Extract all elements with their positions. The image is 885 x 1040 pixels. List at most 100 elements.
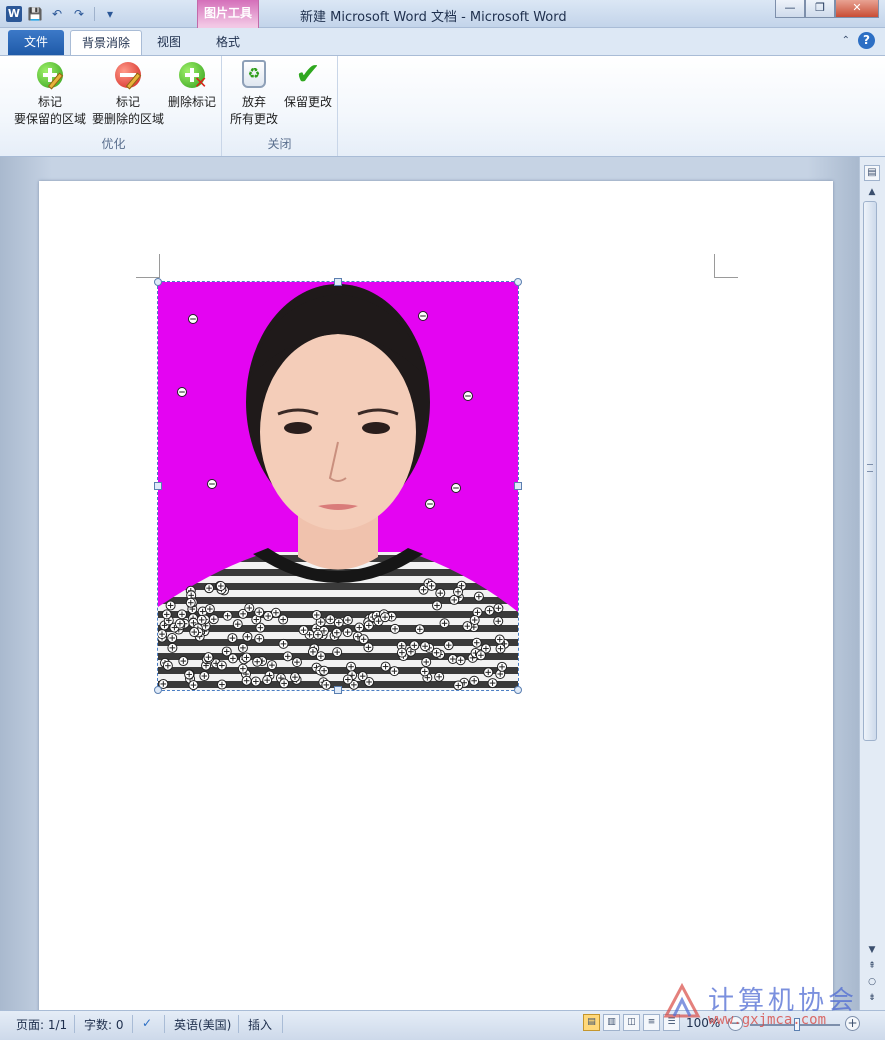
resize-handle-top-left[interactable] [154, 278, 162, 286]
keep-mark-icon[interactable] [216, 679, 227, 690]
keep-mark-icon[interactable] [266, 660, 277, 671]
keep-mark-icon[interactable] [232, 619, 243, 630]
keep-mark-icon[interactable] [419, 666, 430, 677]
keep-mark-icon[interactable] [363, 620, 374, 631]
keep-mark-icon[interactable] [409, 640, 420, 651]
keep-mark-icon[interactable] [380, 612, 391, 623]
keep-mark-icon[interactable] [432, 600, 443, 611]
keep-mark-icon[interactable] [358, 634, 369, 645]
keep-mark-icon[interactable] [279, 678, 290, 689]
keep-mark-icon[interactable] [244, 603, 255, 614]
keep-mark-icon[interactable] [449, 594, 460, 605]
minimize-ribbon-icon[interactable]: ⌃ [842, 35, 850, 46]
keep-mark-icon[interactable] [471, 637, 482, 648]
keep-mark-icon[interactable] [494, 634, 505, 645]
keep-mark-icon[interactable] [255, 622, 266, 633]
keep-mark-icon[interactable] [215, 581, 226, 592]
keep-mark-icon[interactable] [439, 618, 450, 629]
customize-qat-icon[interactable]: ▾ [101, 6, 119, 22]
resize-handle-top-right[interactable] [514, 278, 522, 286]
keep-mark-icon[interactable] [319, 665, 330, 676]
keep-mark-icon[interactable] [342, 627, 353, 638]
discard-all-changes-button[interactable]: ♻ 放弃 所有更改 [226, 60, 282, 128]
resize-handle-right[interactable] [514, 482, 522, 490]
keep-mark-icon[interactable] [333, 617, 344, 628]
keep-mark-icon[interactable] [252, 656, 263, 667]
keep-mark-icon[interactable] [426, 580, 437, 591]
keep-mark-icon[interactable] [289, 672, 300, 683]
keep-mark-icon[interactable] [222, 610, 233, 621]
keep-mark-icon[interactable] [354, 622, 365, 633]
save-icon[interactable]: 💾 [26, 6, 44, 22]
keep-mark-icon[interactable] [363, 642, 374, 653]
keep-mark-icon[interactable] [185, 597, 196, 608]
resize-handle-top[interactable] [334, 278, 342, 286]
keep-mark-icon[interactable] [453, 586, 464, 597]
keep-mark-icon[interactable] [414, 624, 425, 635]
keep-mark-icon[interactable] [342, 615, 353, 626]
word-count[interactable]: 字数: 0 [84, 1016, 124, 1033]
keep-mark-icon[interactable] [420, 641, 431, 652]
full-screen-reading-icon[interactable]: ▥ [603, 1014, 620, 1031]
keep-mark-icon[interactable] [443, 640, 454, 651]
remove-mark-icon[interactable] [463, 391, 473, 401]
scroll-up-icon[interactable]: ▲ [864, 185, 880, 199]
keep-mark-icon[interactable] [196, 614, 207, 625]
keep-mark-icon[interactable] [263, 611, 274, 622]
keep-mark-icon[interactable] [497, 661, 508, 672]
remove-mark-icon[interactable] [425, 499, 435, 509]
language-indicator[interactable]: 英语(美国) [174, 1016, 231, 1033]
keep-mark-icon[interactable] [216, 660, 227, 671]
minimize-button[interactable]: — [775, 0, 805, 18]
scroll-down-icon[interactable]: ▼ [864, 943, 880, 957]
keep-mark-icon[interactable] [167, 642, 178, 653]
keep-mark-icon[interactable] [189, 627, 200, 638]
keep-mark-icon[interactable] [161, 609, 172, 620]
tab-file[interactable]: 文件 [8, 30, 64, 55]
outline-icon[interactable]: ≡ [643, 1014, 660, 1031]
keep-mark-icon[interactable] [493, 603, 504, 614]
keep-mark-icon[interactable] [331, 627, 342, 638]
view-ruler-icon[interactable]: ▤ [864, 165, 880, 181]
keep-mark-icon[interactable] [321, 679, 332, 690]
keep-mark-icon[interactable] [473, 591, 484, 602]
delete-mark-button[interactable]: ✕ 删除标记 [164, 60, 220, 111]
keep-mark-icon[interactable] [357, 671, 368, 682]
word-app-icon[interactable]: W [6, 6, 22, 22]
keep-mark-icon[interactable] [469, 615, 480, 626]
document-page[interactable] [39, 181, 833, 1021]
keep-mark-icon[interactable] [278, 614, 289, 625]
keep-mark-icon[interactable] [199, 671, 210, 682]
keep-changes-button[interactable]: ✔ 保留更改 [282, 60, 334, 111]
keep-mark-icon[interactable] [435, 588, 446, 599]
keep-mark-icon[interactable] [484, 605, 495, 616]
keep-mark-icon[interactable] [307, 646, 318, 657]
keep-mark-icon[interactable] [241, 675, 252, 686]
remove-mark-icon[interactable] [207, 479, 217, 489]
keep-mark-icon[interactable] [254, 607, 265, 618]
keep-mark-icon[interactable] [162, 660, 173, 671]
maximize-button[interactable]: ❐ [805, 0, 835, 18]
web-layout-icon[interactable]: ◫ [623, 1014, 640, 1031]
keep-mark-icon[interactable] [469, 675, 480, 686]
keep-mark-icon[interactable] [421, 656, 432, 667]
keep-mark-icon[interactable] [462, 621, 473, 632]
keep-mark-icon[interactable] [242, 631, 253, 642]
keep-mark-icon[interactable] [389, 666, 400, 677]
resize-handle-bottom-left[interactable] [154, 686, 162, 694]
keep-mark-icon[interactable] [262, 675, 273, 686]
remove-mark-icon[interactable] [188, 314, 198, 324]
keep-mark-icon[interactable] [493, 616, 504, 627]
keep-mark-icon[interactable] [250, 676, 261, 687]
keep-mark-icon[interactable] [237, 663, 248, 674]
insert-mode-indicator[interactable]: 插入 [248, 1016, 272, 1033]
keep-mark-icon[interactable] [431, 647, 442, 658]
previous-page-icon[interactable]: ⇞ [864, 959, 880, 973]
keep-mark-icon[interactable] [487, 678, 498, 689]
keep-mark-icon[interactable] [176, 609, 187, 620]
keep-mark-icon[interactable] [291, 657, 302, 668]
keep-mark-icon[interactable] [453, 680, 464, 690]
keep-mark-icon[interactable] [380, 661, 391, 672]
remove-mark-icon[interactable] [451, 483, 461, 493]
keep-mark-icon[interactable] [227, 633, 238, 644]
